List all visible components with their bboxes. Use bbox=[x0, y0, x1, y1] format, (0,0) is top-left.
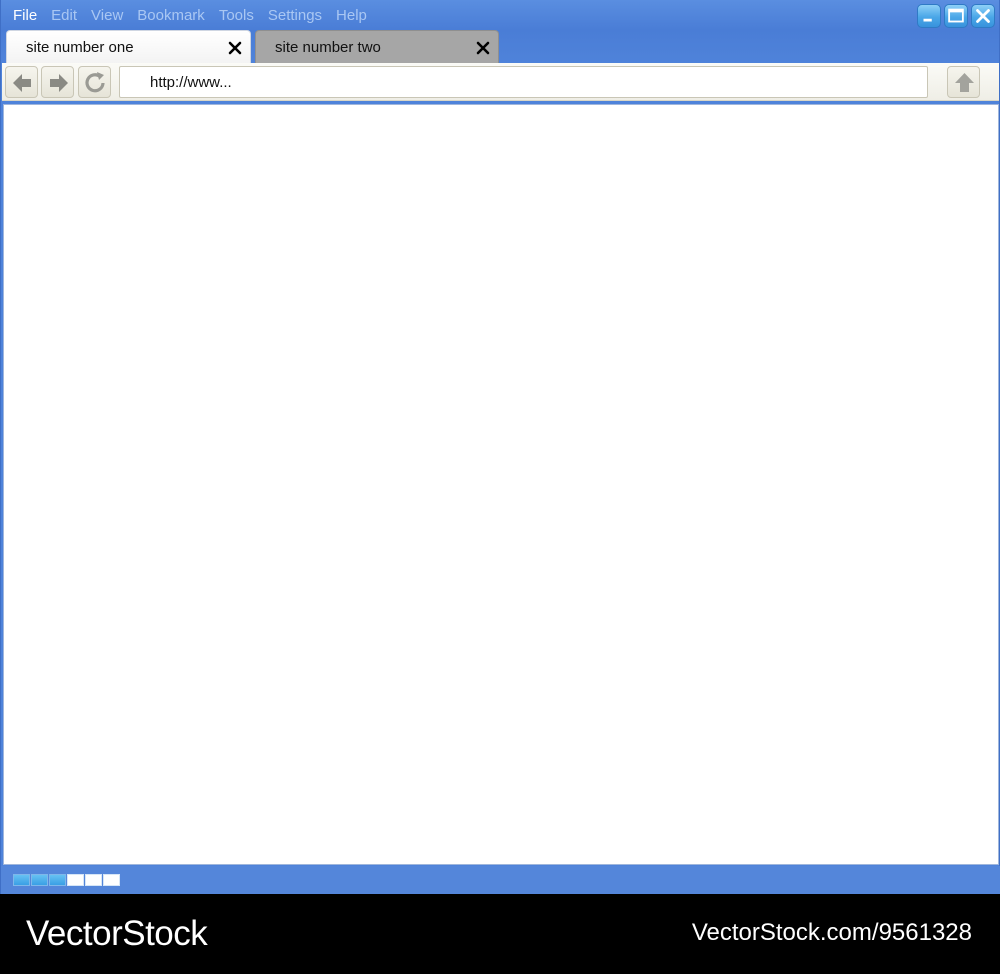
window-controls bbox=[917, 4, 995, 28]
url-text: http://www... bbox=[150, 74, 232, 91]
menu-edit[interactable]: Edit bbox=[51, 7, 77, 27]
forward-arrow-icon bbox=[50, 74, 68, 92]
browser-window: File Edit View Bookmark Tools Settings H… bbox=[0, 0, 1000, 894]
status-bar bbox=[1, 866, 1000, 894]
progress-segment bbox=[13, 874, 30, 886]
tab-close-icon[interactable] bbox=[475, 40, 491, 56]
progress-segment bbox=[85, 874, 102, 886]
minimize-button[interactable] bbox=[917, 4, 941, 28]
page-content-area[interactable] bbox=[3, 104, 999, 865]
progress-segment bbox=[31, 874, 48, 886]
maximize-icon bbox=[948, 8, 964, 23]
loading-progress bbox=[13, 874, 120, 886]
maximize-button[interactable] bbox=[944, 4, 968, 28]
close-window-button[interactable] bbox=[971, 4, 995, 28]
menu-help[interactable]: Help bbox=[336, 7, 367, 27]
menu-bar: File Edit View Bookmark Tools Settings H… bbox=[13, 7, 381, 27]
reload-icon bbox=[85, 72, 105, 93]
close-icon bbox=[976, 9, 990, 23]
back-button[interactable] bbox=[5, 66, 38, 98]
navigation-toolbar: http://www... bbox=[2, 63, 999, 101]
tab-label: site number two bbox=[275, 39, 381, 56]
back-arrow-icon bbox=[13, 74, 31, 92]
menu-file[interactable]: File bbox=[13, 7, 37, 27]
tab-label: site number one bbox=[26, 39, 134, 56]
forward-button[interactable] bbox=[41, 66, 74, 98]
tab-site-two[interactable]: site number two bbox=[255, 30, 499, 64]
brand-logo: VectorStock bbox=[26, 914, 208, 953]
reload-button[interactable] bbox=[78, 66, 111, 98]
brand-url: VectorStock.com/9561328 bbox=[691, 919, 972, 946]
address-bar[interactable]: http://www... bbox=[119, 66, 928, 98]
menu-view[interactable]: View bbox=[91, 7, 123, 27]
menu-settings[interactable]: Settings bbox=[268, 7, 322, 27]
progress-segment bbox=[67, 874, 84, 886]
home-icon bbox=[955, 73, 974, 92]
progress-segment bbox=[103, 874, 120, 886]
home-button[interactable] bbox=[947, 66, 980, 98]
minimize-icon bbox=[923, 18, 932, 22]
tab-close-icon[interactable] bbox=[227, 40, 243, 56]
menu-tools[interactable]: Tools bbox=[219, 7, 254, 27]
menu-bookmark[interactable]: Bookmark bbox=[137, 7, 205, 27]
tab-site-one[interactable]: site number one bbox=[6, 30, 251, 64]
watermark-footer: VectorStock VectorStock.com/9561328 bbox=[0, 894, 1000, 974]
tab-strip: site number one site number two bbox=[6, 30, 499, 64]
progress-segment bbox=[49, 874, 66, 886]
